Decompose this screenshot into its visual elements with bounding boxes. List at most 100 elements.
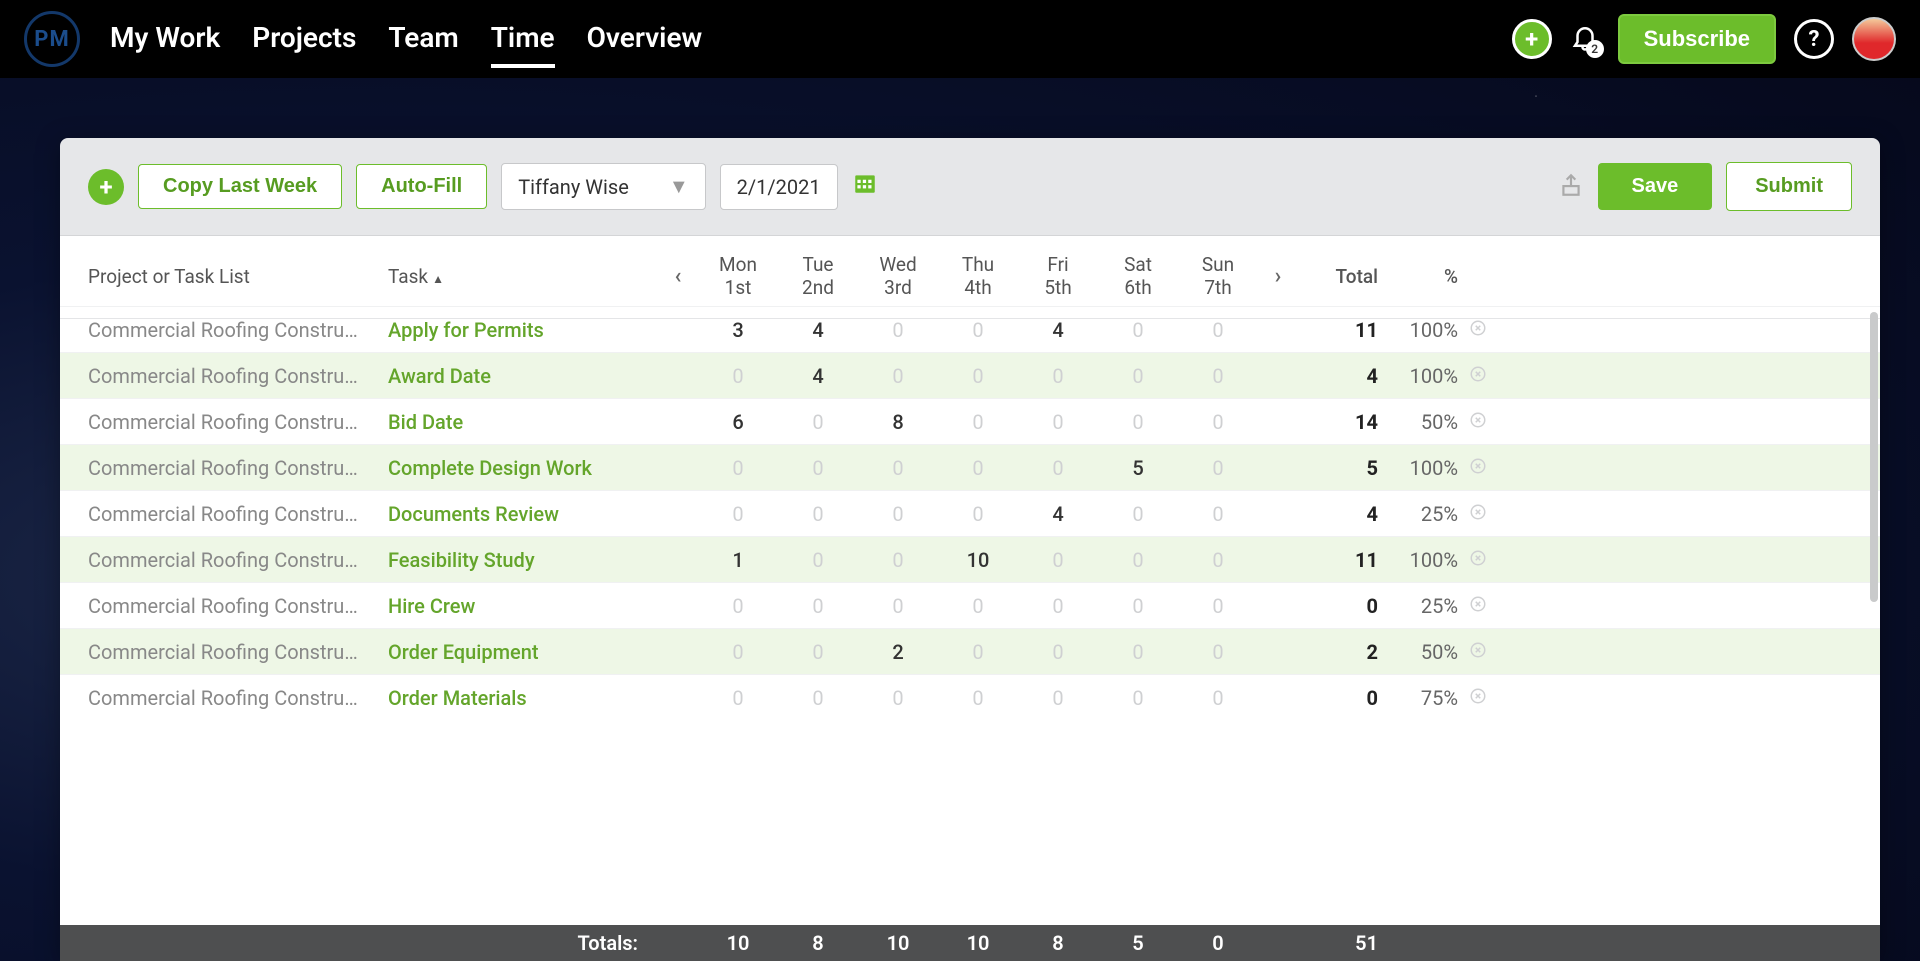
hours-cell[interactable]: 0 xyxy=(938,364,1018,388)
task-cell[interactable]: Order Materials xyxy=(388,686,658,710)
help-icon[interactable]: ? xyxy=(1794,19,1834,59)
hours-cell[interactable]: 0 xyxy=(698,502,778,526)
hours-cell[interactable]: 4 xyxy=(1018,318,1098,342)
task-cell[interactable]: Apply for Permits xyxy=(388,318,658,342)
hours-cell[interactable]: 0 xyxy=(1018,548,1098,572)
hours-cell[interactable]: 10 xyxy=(938,548,1018,572)
hours-cell[interactable]: 0 xyxy=(1018,640,1098,664)
user-select[interactable]: Tiffany Wise ▼ xyxy=(501,163,705,210)
hours-cell[interactable]: 0 xyxy=(698,364,778,388)
hours-cell[interactable]: 0 xyxy=(1098,502,1178,526)
export-icon[interactable] xyxy=(1558,172,1584,202)
task-cell[interactable]: Order Equipment xyxy=(388,640,658,664)
hours-cell[interactable]: 0 xyxy=(1178,502,1258,526)
hours-cell[interactable]: 0 xyxy=(858,456,938,480)
hours-cell[interactable]: 0 xyxy=(698,594,778,618)
prev-week-icon[interactable]: ‹ xyxy=(658,264,698,289)
hours-cell[interactable]: 0 xyxy=(1178,640,1258,664)
hours-cell[interactable]: 8 xyxy=(858,410,938,434)
project-cell[interactable]: Commercial Roofing Constru… xyxy=(88,502,388,526)
next-week-icon[interactable]: › xyxy=(1258,264,1298,289)
hours-cell[interactable]: 0 xyxy=(938,318,1018,342)
task-cell[interactable]: Complete Design Work xyxy=(388,456,658,480)
hours-cell[interactable]: 0 xyxy=(1178,456,1258,480)
hours-cell[interactable]: 0 xyxy=(858,686,938,710)
hours-cell[interactable]: 0 xyxy=(1018,594,1098,618)
hours-cell[interactable]: 0 xyxy=(778,594,858,618)
notifications-icon[interactable]: 2 xyxy=(1570,22,1600,56)
hours-cell[interactable]: 4 xyxy=(778,364,858,388)
hours-cell[interactable]: 0 xyxy=(1018,456,1098,480)
hours-cell[interactable]: 0 xyxy=(858,594,938,618)
hours-cell[interactable]: 0 xyxy=(938,456,1018,480)
hours-cell[interactable]: 0 xyxy=(698,686,778,710)
hours-cell[interactable]: 0 xyxy=(778,456,858,480)
hours-cell[interactable]: 0 xyxy=(938,502,1018,526)
hours-cell[interactable]: 0 xyxy=(1178,410,1258,434)
remove-row-icon[interactable] xyxy=(1458,410,1498,434)
project-cell[interactable]: Commercial Roofing Constru… xyxy=(88,318,388,342)
hours-cell[interactable]: 0 xyxy=(698,640,778,664)
hours-cell[interactable]: 0 xyxy=(858,548,938,572)
hours-cell[interactable]: 0 xyxy=(1178,548,1258,572)
scrollbar[interactable] xyxy=(1870,312,1878,602)
hours-cell[interactable]: 3 xyxy=(698,318,778,342)
remove-row-icon[interactable] xyxy=(1458,594,1498,618)
hours-cell[interactable]: 0 xyxy=(1018,410,1098,434)
hours-cell[interactable]: 6 xyxy=(698,410,778,434)
hours-cell[interactable]: 2 xyxy=(858,640,938,664)
task-cell[interactable]: Documents Review xyxy=(388,502,658,526)
save-button[interactable]: Save xyxy=(1598,163,1713,210)
hours-cell[interactable]: 0 xyxy=(778,410,858,434)
hours-cell[interactable]: 0 xyxy=(1178,364,1258,388)
hours-cell[interactable]: 0 xyxy=(938,640,1018,664)
hours-cell[interactable]: 0 xyxy=(1098,318,1178,342)
hours-cell[interactable]: 0 xyxy=(1098,410,1178,434)
remove-row-icon[interactable] xyxy=(1458,548,1498,572)
hours-cell[interactable]: 0 xyxy=(698,456,778,480)
remove-row-icon[interactable] xyxy=(1458,640,1498,664)
hours-cell[interactable]: 0 xyxy=(1018,686,1098,710)
project-cell[interactable]: Commercial Roofing Constru… xyxy=(88,548,388,572)
avatar[interactable] xyxy=(1852,17,1896,61)
nav-overview[interactable]: Overview xyxy=(587,11,703,68)
task-cell[interactable]: Hire Crew xyxy=(388,594,658,618)
submit-button[interactable]: Submit xyxy=(1726,162,1852,211)
hours-cell[interactable]: 1 xyxy=(698,548,778,572)
nav-team[interactable]: Team xyxy=(388,11,458,68)
nav-projects[interactable]: Projects xyxy=(252,11,356,68)
hours-cell[interactable]: 0 xyxy=(778,640,858,664)
project-cell[interactable]: Commercial Roofing Constru… xyxy=(88,594,388,618)
remove-row-icon[interactable] xyxy=(1458,456,1498,480)
hours-cell[interactable]: 4 xyxy=(1018,502,1098,526)
project-cell[interactable]: Commercial Roofing Constru… xyxy=(88,364,388,388)
subscribe-button[interactable]: Subscribe xyxy=(1618,14,1776,64)
copy-last-week-button[interactable]: Copy Last Week xyxy=(138,164,342,209)
nav-my-work[interactable]: My Work xyxy=(110,11,220,68)
hours-cell[interactable]: 0 xyxy=(778,502,858,526)
hours-cell[interactable]: 4 xyxy=(778,318,858,342)
hours-cell[interactable]: 0 xyxy=(1098,594,1178,618)
task-cell[interactable]: Feasibility Study xyxy=(388,548,658,572)
col-project[interactable]: Project or Task List xyxy=(88,265,388,288)
hours-cell[interactable]: 0 xyxy=(1098,364,1178,388)
hours-cell[interactable]: 0 xyxy=(778,548,858,572)
nav-time[interactable]: Time xyxy=(491,11,555,68)
project-cell[interactable]: Commercial Roofing Constru… xyxy=(88,410,388,434)
project-cell[interactable]: Commercial Roofing Constru… xyxy=(88,686,388,710)
add-row-button[interactable]: + xyxy=(88,169,124,205)
hours-cell[interactable]: 0 xyxy=(1098,640,1178,664)
add-button[interactable]: + xyxy=(1512,19,1552,59)
task-cell[interactable]: Award Date xyxy=(388,364,658,388)
project-cell[interactable]: Commercial Roofing Constru… xyxy=(88,640,388,664)
logo[interactable]: PM xyxy=(24,11,80,67)
hours-cell[interactable]: 5 xyxy=(1098,456,1178,480)
hours-cell[interactable]: 0 xyxy=(938,594,1018,618)
remove-row-icon[interactable] xyxy=(1458,686,1498,710)
hours-cell[interactable]: 0 xyxy=(778,686,858,710)
date-input[interactable]: 2/1/2021 xyxy=(720,164,838,210)
hours-cell[interactable]: 0 xyxy=(858,502,938,526)
hours-cell[interactable]: 0 xyxy=(1018,364,1098,388)
hours-cell[interactable]: 0 xyxy=(858,318,938,342)
hours-cell[interactable]: 0 xyxy=(1098,686,1178,710)
